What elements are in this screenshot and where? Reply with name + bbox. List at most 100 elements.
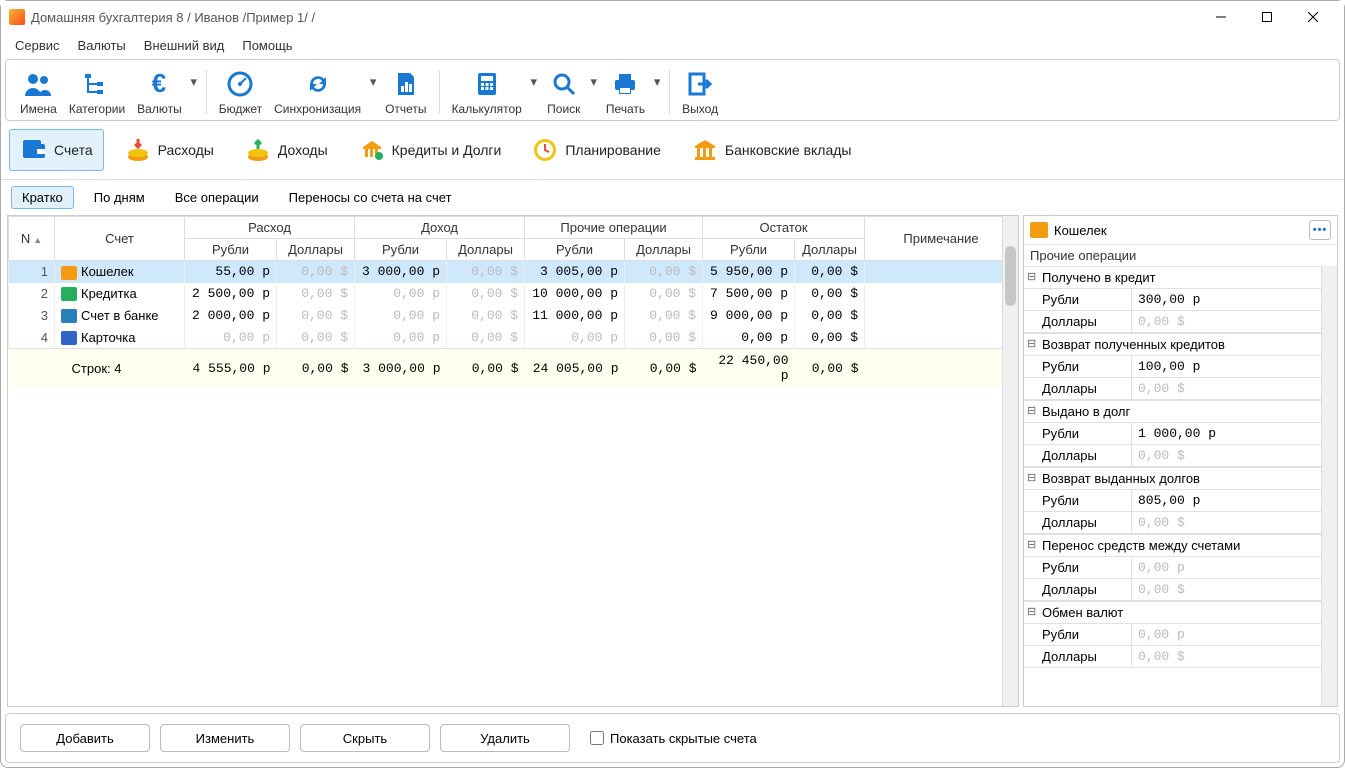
menu-help[interactable]: Помощь [234,36,300,55]
col-expense[interactable]: Расход [185,217,355,239]
exit-icon [684,68,716,100]
coins-down-icon [124,136,152,164]
table-row[interactable]: 4Карточка0,00 р0,00 $0,00 р0,00 $0,00 р0… [9,327,1018,349]
detail-row: Доллары 0,00 $ [1024,311,1321,333]
tab-expenses[interactable]: Расходы [114,130,224,170]
col-bal-usd[interactable]: Доллары [795,239,865,261]
col-account[interactable]: Счет [55,217,185,261]
toolbar-categories[interactable]: Категории [63,66,131,118]
menu-appearance[interactable]: Внешний вид [136,36,233,55]
subtab-allops[interactable]: Все операции [165,187,269,208]
detail-row: Доллары 0,00 $ [1024,445,1321,467]
detail-scrollbar[interactable] [1321,266,1337,706]
print-icon [609,68,641,100]
toolbar-print[interactable]: Печать [600,66,651,118]
detail-row: Рубли 0,00 р [1024,557,1321,579]
col-exp-rub[interactable]: Рубли [185,239,277,261]
grid-scrollbar[interactable] [1002,216,1018,706]
col-oth-usd[interactable]: Доллары [625,239,703,261]
toolbar-names[interactable]: Имена [14,66,63,118]
col-oth-rub[interactable]: Рубли [525,239,625,261]
toolbar-search[interactable]: Поиск [540,66,588,118]
close-button[interactable] [1290,1,1336,33]
detail-grid[interactable]: Получено в кредит Рубли 300,00 р Доллары… [1024,266,1321,706]
calculator-icon [471,68,503,100]
detail-more-button[interactable]: ••• [1309,220,1331,240]
hide-button[interactable]: Скрыть [300,724,430,752]
svg-text:€: € [152,70,166,98]
detail-group: Выдано в долг Рубли 1 000,00 р Доллары 0… [1024,400,1321,467]
wallet-small-icon [1030,222,1048,238]
detail-group: Обмен валют Рубли 0,00 р Доллары 0,00 $ [1024,601,1321,668]
menubar: Сервис Валюты Внешний вид Помощь [1,33,1344,57]
detail-row: Рубли 100,00 р [1024,356,1321,378]
detail-group: Получено в кредит Рубли 300,00 р Доллары… [1024,266,1321,333]
col-other[interactable]: Прочие операции [525,217,703,239]
search-dropdown[interactable]: ▾ [588,66,600,98]
app-icon [9,9,25,25]
sync-icon [302,68,334,100]
toolbar-currencies[interactable]: € Валюты [131,66,188,118]
detail-group-header[interactable]: Перенос средств между счетами [1024,535,1321,557]
maximize-button[interactable] [1244,1,1290,33]
table-row[interactable]: 2Кредитка2 500,00 р0,00 $0,00 р0,00 $10 … [9,283,1018,305]
menu-currencies[interactable]: Валюты [70,36,134,55]
detail-group: Возврат выданных долгов Рубли 805,00 р Д… [1024,467,1321,534]
wallet-icon [20,136,48,164]
col-inc-rub[interactable]: Рубли [355,239,447,261]
subtab-transfers[interactable]: Переносы со счета на счет [279,187,462,208]
col-bal-rub[interactable]: Рубли [703,239,795,261]
tab-deposits[interactable]: Банковские вклады [681,130,862,170]
detail-group-header[interactable]: Получено в кредит [1024,267,1321,289]
col-n[interactable]: N▲ [9,217,55,261]
subtab-byday[interactable]: По дням [84,187,155,208]
detail-group: Возврат полученных кредитов Рубли 100,00… [1024,333,1321,400]
search-icon [548,68,580,100]
sync-dropdown[interactable]: ▾ [367,66,379,98]
coins-up-icon [244,136,272,164]
euro-icon: € [143,68,175,100]
tab-credits[interactable]: Кредиты и Долги [348,130,512,170]
detail-row: Рубли 300,00 р [1024,289,1321,311]
add-button[interactable]: Добавить [20,724,150,752]
footer-rows: Строк: 4 [9,349,185,388]
account-icon [61,331,77,345]
edit-button[interactable]: Изменить [160,724,290,752]
table-row[interactable]: 1Кошелек55,00 р0,00 $3 000,00 р0,00 $3 0… [9,261,1018,283]
col-note[interactable]: Примечание [865,217,1018,261]
detail-group-header[interactable]: Возврат выданных долгов [1024,468,1321,490]
toolbar-reports[interactable]: Отчеты [379,66,432,118]
show-hidden-checkbox[interactable] [590,731,604,745]
print-dropdown[interactable]: ▾ [651,66,663,98]
tab-planning[interactable]: Планирование [521,130,671,170]
minimize-button[interactable] [1198,1,1244,33]
account-icon [61,266,77,280]
toolbar-exit[interactable]: Выход [676,66,724,118]
col-inc-usd[interactable]: Доллары [447,239,525,261]
detail-row: Доллары 0,00 $ [1024,512,1321,534]
accounts-grid[interactable]: N▲ Счет Расход Доход Прочие операции Ост… [8,216,1018,706]
tab-accounts[interactable]: Счета [9,129,104,171]
currencies-dropdown[interactable]: ▾ [188,66,200,98]
detail-group-header[interactable]: Возврат полученных кредитов [1024,334,1321,356]
tab-income[interactable]: Доходы [234,130,338,170]
detail-title: Кошелек [1054,223,1303,238]
col-balance[interactable]: Остаток [703,217,865,239]
detail-group-header[interactable]: Выдано в долг [1024,401,1321,423]
bank-person-icon [358,136,386,164]
calculator-dropdown[interactable]: ▾ [528,66,540,98]
subtab-brief[interactable]: Кратко [11,186,74,209]
toolbar-budget[interactable]: Бюджет [213,66,268,118]
col-income[interactable]: Доход [355,217,525,239]
detail-row: Рубли 1 000,00 р [1024,423,1321,445]
detail-group-header[interactable]: Обмен валют [1024,602,1321,624]
toolbar-calculator[interactable]: Калькулятор [446,66,528,118]
table-row[interactable]: 3Счет в банке2 000,00 р0,00 $0,00 р0,00 … [9,305,1018,327]
titlebar: Домашняя бухгалтерия 8 / Иванов /Пример … [1,1,1344,33]
delete-button[interactable]: Удалить [440,724,570,752]
col-exp-usd[interactable]: Доллары [277,239,355,261]
toolbar-sync[interactable]: Синхронизация [268,66,367,118]
menu-service[interactable]: Сервис [7,36,68,55]
show-hidden-label[interactable]: Показать скрытые счета [590,731,757,746]
actionbar: Добавить Изменить Скрыть Удалить Показат… [5,713,1340,763]
